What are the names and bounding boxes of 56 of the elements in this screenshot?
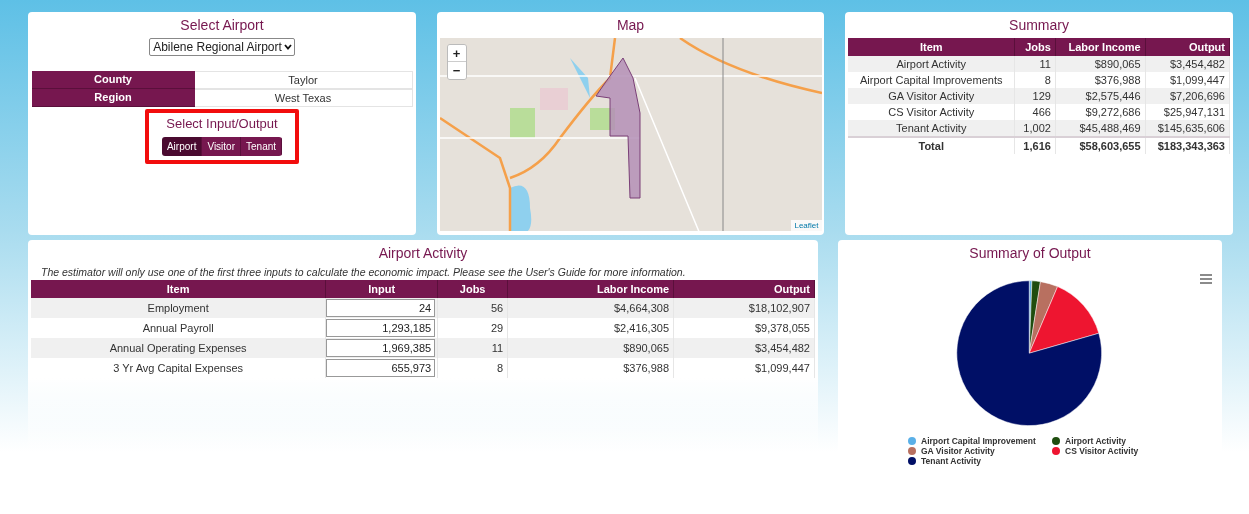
- total-cell: $183,343,363: [1145, 137, 1230, 154]
- column-header: Labor Income: [1055, 38, 1146, 56]
- table-cell: $4,664,308: [507, 298, 674, 318]
- column-header: Labor Income: [507, 280, 674, 298]
- column-header: Output: [673, 280, 815, 298]
- total-cell: Total: [848, 137, 1015, 154]
- column-header: Item: [31, 280, 326, 298]
- column-header: Jobs: [1014, 38, 1056, 56]
- column-header: Jobs: [437, 280, 508, 298]
- info-value: Taylor: [194, 71, 413, 89]
- card-title: Map: [616, 17, 645, 33]
- table-cell: $1,099,447: [673, 358, 815, 378]
- column-header: Output: [1145, 38, 1230, 56]
- table-cell: $9,272,686: [1055, 104, 1146, 120]
- info-value: West Texas: [194, 89, 413, 107]
- table-cell: $376,988: [1055, 72, 1146, 88]
- table-cell: Airport Capital Improvements: [848, 72, 1015, 88]
- info-label: County: [31, 71, 195, 89]
- table-cell: 8: [1014, 72, 1056, 88]
- table-cell: 29: [437, 318, 508, 338]
- table-cell: 129: [1014, 88, 1056, 104]
- table-cell: CS Visitor Activity: [848, 104, 1015, 120]
- table-cell: GA Visitor Activity: [848, 88, 1015, 104]
- table-cell: $7,206,696: [1145, 88, 1230, 104]
- table-cell: Annual Operating Expenses: [31, 338, 326, 358]
- table-cell: $2,416,305: [507, 318, 674, 338]
- info-label: Region: [31, 89, 195, 107]
- total-cell: $58,603,655: [1055, 137, 1146, 154]
- card-title: Select Airport: [180, 17, 264, 33]
- table-cell: 11: [1014, 56, 1056, 72]
- table-cell: $890,065: [1055, 56, 1146, 72]
- table-cell: 466: [1014, 104, 1056, 120]
- table-cell: $25,947,131: [1145, 104, 1230, 120]
- table-cell: $376,988: [507, 358, 674, 378]
- table-cell: Employment: [31, 298, 326, 318]
- table-cell: 8: [437, 358, 508, 378]
- table-cell: 11: [437, 338, 508, 358]
- table-cell: $3,454,482: [1145, 56, 1230, 72]
- table-cell: $890,065: [507, 338, 674, 358]
- table-cell: $18,102,907: [673, 298, 815, 318]
- total-cell: 1,616: [1014, 137, 1056, 154]
- table-cell: Annual Payroll: [31, 318, 326, 338]
- section-title: Select Input/Output: [166, 116, 278, 131]
- table-cell: $2,575,446: [1055, 88, 1146, 104]
- table-cell: 56: [437, 298, 508, 318]
- table-cell: $1,099,447: [1145, 72, 1230, 88]
- card-title: Airport Activity: [378, 245, 468, 261]
- note-text: The estimator will only use one of the first three inputs to calculate the economic impact. Please see the User's Guide for more information.: [41, 266, 686, 278]
- table-cell: $3,454,482: [673, 338, 815, 358]
- table-cell: Airport Activity: [848, 56, 1015, 72]
- column-header: Item: [848, 38, 1015, 56]
- card-title: Summary: [1009, 17, 1069, 33]
- chart-title: Summary of Output: [969, 245, 1091, 261]
- table-cell: $9,378,055: [673, 318, 815, 338]
- column-header: Input: [325, 280, 438, 298]
- table-cell: 3 Yr Avg Capital Expenses: [31, 358, 326, 378]
